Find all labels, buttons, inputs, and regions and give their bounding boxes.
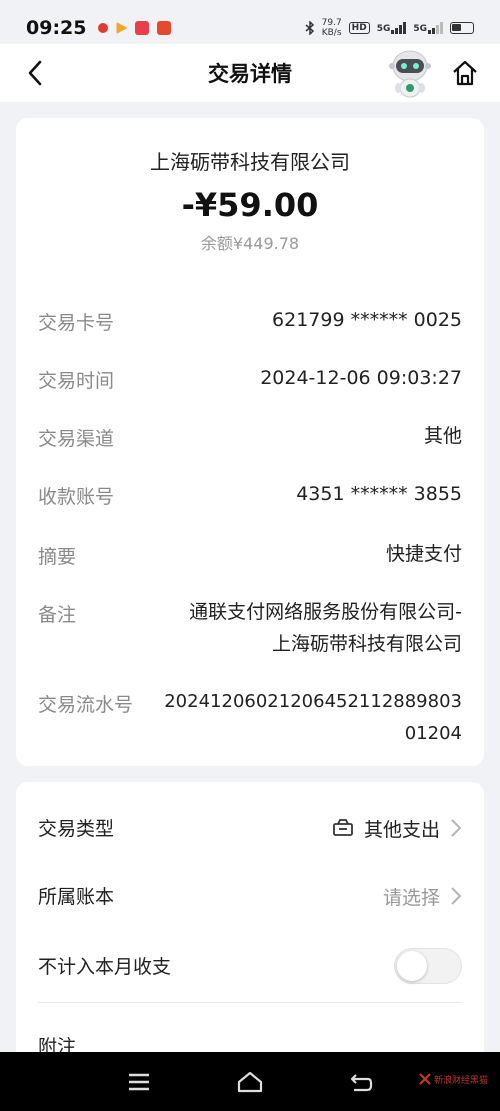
exclude-monthly-toggle[interactable] — [394, 948, 462, 984]
account-book-label: 所属账本 — [38, 886, 115, 908]
system-nav-bar: 新浪财经黑猫 — [0, 1052, 500, 1111]
menu-button[interactable] — [123, 1066, 155, 1098]
app-store-icon — [157, 21, 172, 35]
back-nav-button[interactable] — [345, 1066, 377, 1098]
hd-badge: HD — [348, 22, 370, 34]
exclude-monthly-row: 不计入本月收支 — [38, 946, 462, 986]
watermark-text: 新浪财经黑猫 — [434, 1075, 489, 1086]
net-speed-unit: KB/s — [321, 28, 342, 38]
network-5g-1: 5G — [377, 22, 407, 34]
network-label-1: 5G — [376, 24, 391, 34]
exclude-monthly-label: 不计入本月收支 — [38, 956, 172, 978]
detail-value: 621799 ****** 0025 — [272, 309, 462, 331]
balance-after: 余额¥449.78 — [200, 234, 300, 253]
detail-label: 交易卡号 — [38, 312, 115, 334]
bluetooth-icon — [305, 21, 314, 35]
toggle-knob — [397, 951, 427, 981]
detail-label: 收款账号 — [38, 486, 115, 508]
detail-row-channel: 交易渠道 其他 — [38, 424, 462, 456]
status-time: 09:25 — [26, 17, 87, 39]
detail-row-time: 交易时间 2024-12-06 09:03:27 — [38, 366, 462, 398]
detail-value: 其他 — [423, 425, 462, 447]
detail-row-serial-number: 交易流水号 20241206021206452112889803 01204 — [38, 690, 462, 754]
detail-row-summary: 摘要 快捷支付 — [38, 542, 462, 574]
remark-line-2: 上海砺带科技有限公司 — [271, 633, 462, 655]
net-speed: 79.7 KB/s — [322, 18, 342, 38]
detail-label: 交易渠道 — [38, 428, 115, 450]
detail-value-remark: 通联支付网络服务股份有限公司- 上海砺带科技有限公司 — [189, 596, 462, 660]
detail-row-remark: 备注 通联支付网络服务股份有限公司- 上海砺带科技有限公司 — [38, 600, 462, 664]
page-title: 交易详情 — [208, 62, 292, 86]
detail-row-payee-account: 收款账号 4351 ****** 3855 — [38, 482, 462, 514]
chevron-right-icon — [451, 819, 462, 837]
category-icon — [333, 819, 353, 836]
detail-label: 备注 — [38, 604, 77, 626]
divider — [38, 1002, 462, 1003]
battery-icon — [450, 22, 474, 34]
serial-line-2: 01204 — [404, 723, 462, 744]
detail-value: 快捷支付 — [385, 543, 462, 565]
assistant-robot-icon[interactable] — [386, 48, 434, 100]
status-indicators: 79.7 KB/s HD 5G 5G — [305, 18, 474, 38]
back-button[interactable] — [18, 56, 52, 90]
app-play-icon — [116, 22, 128, 34]
app-notification-icon — [98, 23, 109, 33]
account-book-value: 请选择 — [382, 886, 440, 909]
settings-card: 交易类型 其他支出 所属账本 请选择 不计入本月收支 附注 — [16, 782, 484, 1072]
transaction-type-row[interactable]: 交易类型 其他支出 — [38, 808, 462, 848]
back-nav-icon — [350, 1074, 373, 1092]
watermark-logo-icon — [419, 1073, 431, 1085]
remark-line-1: 通联支付网络服务股份有限公司- — [189, 601, 462, 623]
signal-icon-2 — [428, 22, 443, 34]
detail-value: 2024-12-06 09:03:27 — [260, 367, 462, 389]
network-label-2: 5G — [413, 24, 427, 34]
net-speed-value: 79.7 — [321, 18, 342, 28]
detail-value: 4351 ****** 3855 — [296, 483, 462, 505]
transaction-card: 上海砺带科技有限公司 -¥59.00 余额¥449.78 交易卡号 621799… — [16, 118, 484, 766]
detail-row-card-number: 交易卡号 621799 ****** 0025 — [38, 308, 462, 340]
detail-label: 交易时间 — [38, 370, 115, 392]
serial-line-1: 20241206021206452112889803 — [164, 691, 462, 712]
status-app-icons — [98, 21, 172, 35]
back-arrow-icon — [28, 60, 42, 86]
detail-value-serial: 20241206021206452112889803 01204 — [164, 686, 462, 750]
network-5g-2: 5G — [413, 22, 443, 34]
chevron-right-icon — [451, 887, 462, 905]
menu-icon — [129, 1073, 149, 1091]
transaction-type-value: 其他支出 — [363, 818, 440, 841]
watermark: 新浪财经黑猫 — [418, 1072, 488, 1086]
detail-label: 摘要 — [38, 546, 77, 568]
transaction-type-label: 交易类型 — [38, 818, 115, 840]
detail-label: 交易流水号 — [38, 694, 134, 716]
app-shopping-icon — [135, 21, 150, 35]
home-button[interactable] — [448, 56, 482, 90]
home-nav-icon — [237, 1071, 263, 1093]
signal-icon-1 — [391, 22, 407, 34]
home-nav-button[interactable] — [234, 1066, 266, 1098]
account-book-row[interactable]: 所属账本 请选择 — [38, 876, 462, 916]
merchant-name: 上海砺带科技有限公司 — [150, 150, 350, 174]
header: 交易详情 — [0, 44, 500, 102]
home-icon — [453, 60, 477, 86]
transaction-amount: -¥59.00 — [181, 186, 319, 224]
